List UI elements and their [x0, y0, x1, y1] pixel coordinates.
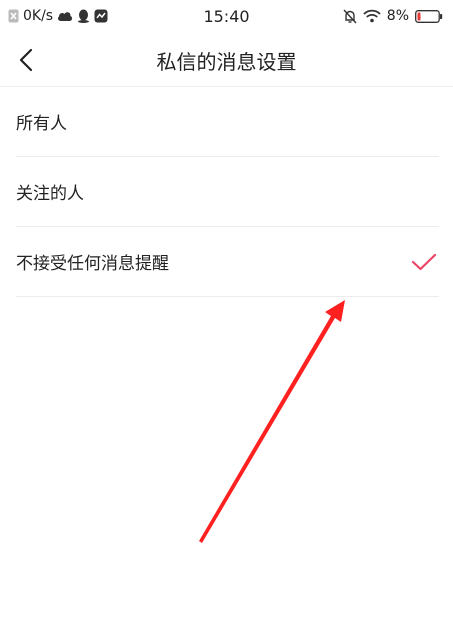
- option-everyone[interactable]: 所有人: [16, 87, 439, 157]
- bell-off-icon: [343, 9, 357, 23]
- battery-low-icon: [415, 9, 443, 23]
- option-label: 所有人: [16, 114, 67, 134]
- option-label: 关注的人: [16, 184, 84, 204]
- status-right: 8%: [343, 8, 443, 24]
- status-bar: 0K/s 15:40 8%: [0, 0, 453, 34]
- option-following[interactable]: 关注的人: [16, 157, 439, 227]
- battery-percent: 8%: [386, 8, 409, 24]
- page-title: 私信的消息设置: [156, 50, 297, 74]
- options-list: 所有人 关注的人 不接受任何消息提醒: [0, 87, 453, 297]
- option-label: 不接受任何消息提醒: [16, 254, 169, 274]
- option-no-notifications[interactable]: 不接受任何消息提醒: [16, 227, 439, 297]
- nav-bar: 私信的消息设置: [0, 34, 453, 87]
- wifi-icon: [363, 9, 381, 23]
- checkmark-icon: [411, 253, 437, 270]
